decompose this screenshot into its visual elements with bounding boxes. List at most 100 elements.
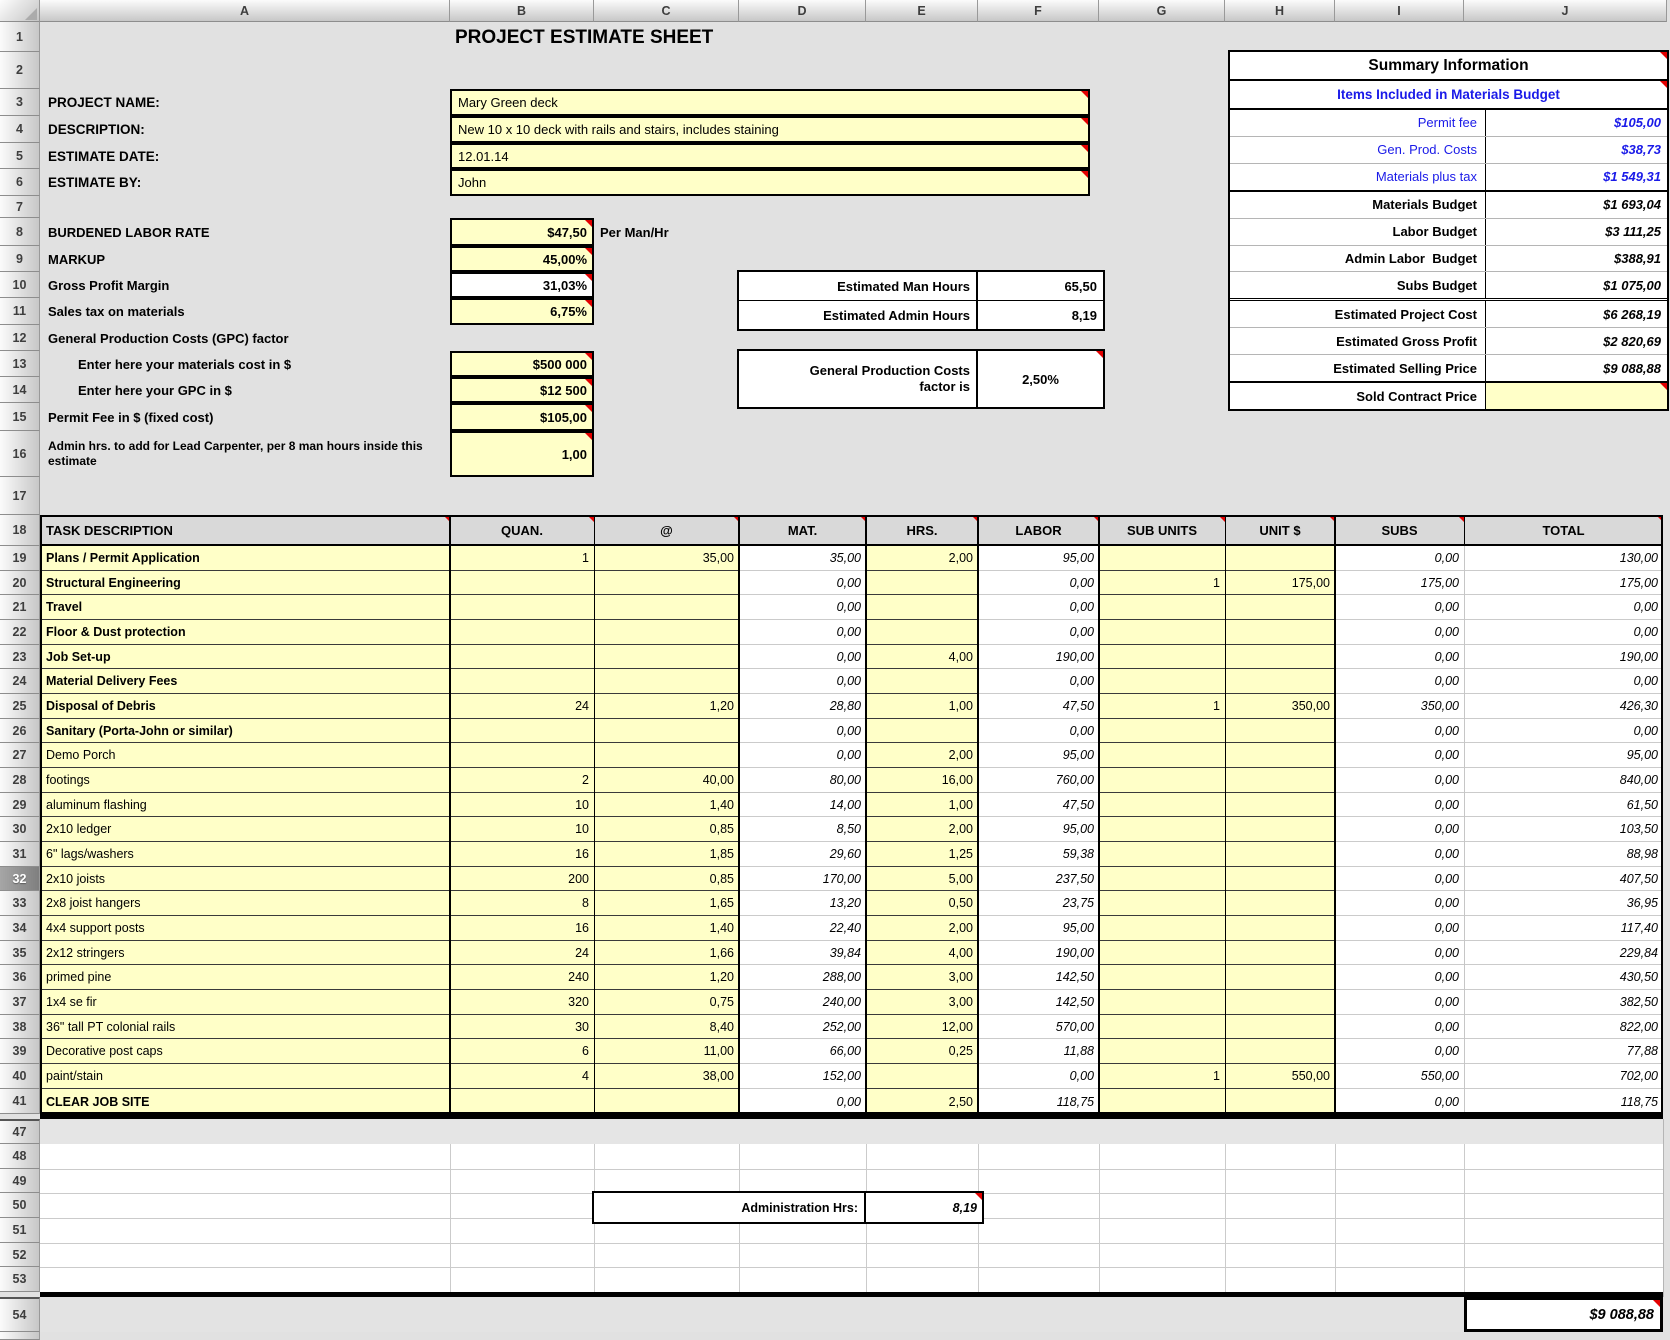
- cell-G31[interactable]: [1099, 842, 1225, 867]
- cell-A36[interactable]: primed pine: [40, 965, 450, 990]
- col-header-D[interactable]: D: [739, 0, 866, 22]
- col-header-C[interactable]: C: [594, 0, 739, 22]
- cell-H36[interactable]: [1225, 965, 1335, 990]
- cell-D35[interactable]: 39,84: [739, 941, 866, 965]
- footer-label-gross-profit-markup[interactable]: Gross Profit added based on Markup: [48, 1267, 568, 1292]
- cell-J26[interactable]: 0,00: [1464, 719, 1663, 743]
- cell-E23[interactable]: 4,00: [866, 645, 978, 669]
- cell-C39[interactable]: 11,00: [594, 1039, 739, 1064]
- cell-D34[interactable]: 22,40: [739, 916, 866, 941]
- row-header-54[interactable]: 54: [0, 1297, 40, 1332]
- summary-label-labor-budget[interactable]: Labor Budget: [1230, 219, 1486, 245]
- row-header-1[interactable]: 1: [0, 22, 40, 52]
- field-label-description[interactable]: DESCRIPTION:: [48, 116, 438, 143]
- cell-G25[interactable]: 1: [1099, 694, 1225, 719]
- summary-label-permit-fee[interactable]: Permit fee: [1230, 110, 1486, 136]
- summary-label-materials-plus-tax[interactable]: Materials plus tax: [1230, 164, 1486, 190]
- estimated-admin-hours-label[interactable]: Estimated Admin Hours: [739, 301, 978, 329]
- task-header-hrs-[interactable]: HRS.: [866, 515, 978, 546]
- cell-G40[interactable]: 1: [1099, 1064, 1225, 1089]
- field-input-burdened-labor-rate[interactable]: $47,50: [450, 218, 594, 246]
- cell-A39[interactable]: Decorative post caps: [40, 1039, 450, 1064]
- estimated-man-hours-value[interactable]: 65,50: [978, 272, 1103, 300]
- row-header-28[interactable]: 28: [0, 768, 40, 793]
- cell-C23[interactable]: [594, 645, 739, 669]
- summary-value-estimated-project-cost[interactable]: $6 268,19: [1486, 301, 1667, 327]
- estimated-man-hours-label[interactable]: Estimated Man Hours: [739, 272, 978, 300]
- summary-value-materials-plus-tax[interactable]: $1 549,31: [1486, 164, 1667, 190]
- row-header-22[interactable]: 22: [0, 620, 40, 645]
- cell-D31[interactable]: 29,60: [739, 842, 866, 867]
- cell-J36[interactable]: 430,50: [1464, 965, 1663, 990]
- cell-D30[interactable]: 8,50: [739, 817, 866, 842]
- cell-A29[interactable]: aluminum flashing: [40, 793, 450, 817]
- cell-G27[interactable]: [1099, 743, 1225, 768]
- cell-G41[interactable]: [1099, 1089, 1225, 1114]
- summary-title-cell[interactable]: Summary Information: [1230, 52, 1667, 81]
- cell-B41[interactable]: [450, 1089, 594, 1114]
- cell-G34[interactable]: [1099, 916, 1225, 941]
- field-label-estimate-by[interactable]: ESTIMATE BY:: [48, 169, 438, 196]
- cell-H35[interactable]: [1225, 941, 1335, 965]
- cell-B37[interactable]: 320: [450, 990, 594, 1015]
- cell-F31[interactable]: 59,38: [978, 842, 1099, 867]
- cell-E33[interactable]: 0,50: [866, 891, 978, 916]
- cell-A31[interactable]: 6" lags/washers: [40, 842, 450, 867]
- cell-G30[interactable]: [1099, 817, 1225, 842]
- row-header-35[interactable]: 35: [0, 941, 40, 965]
- task-header-labor[interactable]: LABOR: [978, 515, 1099, 546]
- cell-A30[interactable]: 2x10 ledger: [40, 817, 450, 842]
- cell-D22[interactable]: 0,00: [739, 620, 866, 645]
- summary-value-subs-budget[interactable]: $1 075,00: [1486, 272, 1667, 298]
- cell-J20[interactable]: 175,00: [1464, 571, 1663, 595]
- cell-B35[interactable]: 24: [450, 941, 594, 965]
- row-header-34[interactable]: 34: [0, 916, 40, 941]
- col-header-A[interactable]: A: [40, 0, 450, 22]
- cell-J53[interactable]: 2 820,69: [1464, 1267, 1663, 1292]
- cell-F25[interactable]: 47,50: [978, 694, 1099, 719]
- cell-I39[interactable]: 0,00: [1335, 1039, 1464, 1064]
- summary-value-permit-fee[interactable]: $105,00: [1486, 110, 1667, 136]
- cell-H27[interactable]: [1225, 743, 1335, 768]
- cell-J25[interactable]: 426,30: [1464, 694, 1663, 719]
- cell-J33[interactable]: 36,95: [1464, 891, 1663, 916]
- cell-D47[interactable]: $1 451,34: [739, 1119, 866, 1144]
- cell-J27[interactable]: 95,00: [1464, 743, 1663, 768]
- cell-J30[interactable]: 103,50: [1464, 817, 1663, 842]
- cell-E40[interactable]: [866, 1064, 978, 1089]
- gpc-factor-label[interactable]: General Production Costs factor is: [739, 351, 978, 407]
- cell-I21[interactable]: 0,00: [1335, 595, 1464, 620]
- cell-A28[interactable]: footings: [40, 768, 450, 793]
- summary-value-materials-budget[interactable]: $1 693,04: [1486, 192, 1667, 218]
- row-header-20[interactable]: 20: [0, 571, 40, 595]
- cell-F35[interactable]: 190,00: [978, 941, 1099, 965]
- field-input-markup[interactable]: 45,00%: [450, 246, 594, 272]
- cell-A41[interactable]: CLEAR JOB SITE: [40, 1089, 450, 1114]
- cell-D27[interactable]: 0,00: [739, 743, 866, 768]
- cell-B24[interactable]: [450, 669, 594, 694]
- cell-B33[interactable]: 8: [450, 891, 594, 916]
- task-header-subs[interactable]: SUBS: [1335, 515, 1464, 546]
- field-label-sales-tax-on-materials[interactable]: Sales tax on materials: [48, 298, 443, 325]
- totals-label[interactable]: TOTALS: [48, 1119, 348, 1144]
- cell-C31[interactable]: 1,85: [594, 842, 739, 867]
- cell-H30[interactable]: [1225, 817, 1335, 842]
- field-label-project-name[interactable]: PROJECT NAME:: [48, 89, 438, 116]
- cell-D29[interactable]: 14,00: [739, 793, 866, 817]
- cell-F22[interactable]: 0,00: [978, 620, 1099, 645]
- cell-I30[interactable]: 0,00: [1335, 817, 1464, 842]
- field-input-materials-cost[interactable]: $500 000: [450, 351, 594, 377]
- cell-E19[interactable]: 2,00: [866, 546, 978, 571]
- cell-I37[interactable]: 0,00: [1335, 990, 1464, 1015]
- cell-C19[interactable]: 35,00: [594, 546, 739, 571]
- field-input-sales-tax-on-materials[interactable]: 6,75%: [450, 298, 594, 325]
- cell-F41[interactable]: 118,75: [978, 1089, 1099, 1114]
- summary-label-sold-contract-price[interactable]: Sold Contract Price: [1230, 383, 1486, 409]
- cell-H37[interactable]: [1225, 990, 1335, 1015]
- field-input-project-name[interactable]: Mary Green deck: [450, 89, 1090, 116]
- cell-H22[interactable]: [1225, 620, 1335, 645]
- row-header-17[interactable]: 17: [0, 477, 40, 515]
- cell-I34[interactable]: 0,00: [1335, 916, 1464, 941]
- cell-J31[interactable]: 88,98: [1464, 842, 1663, 867]
- cell-F19[interactable]: 95,00: [978, 546, 1099, 571]
